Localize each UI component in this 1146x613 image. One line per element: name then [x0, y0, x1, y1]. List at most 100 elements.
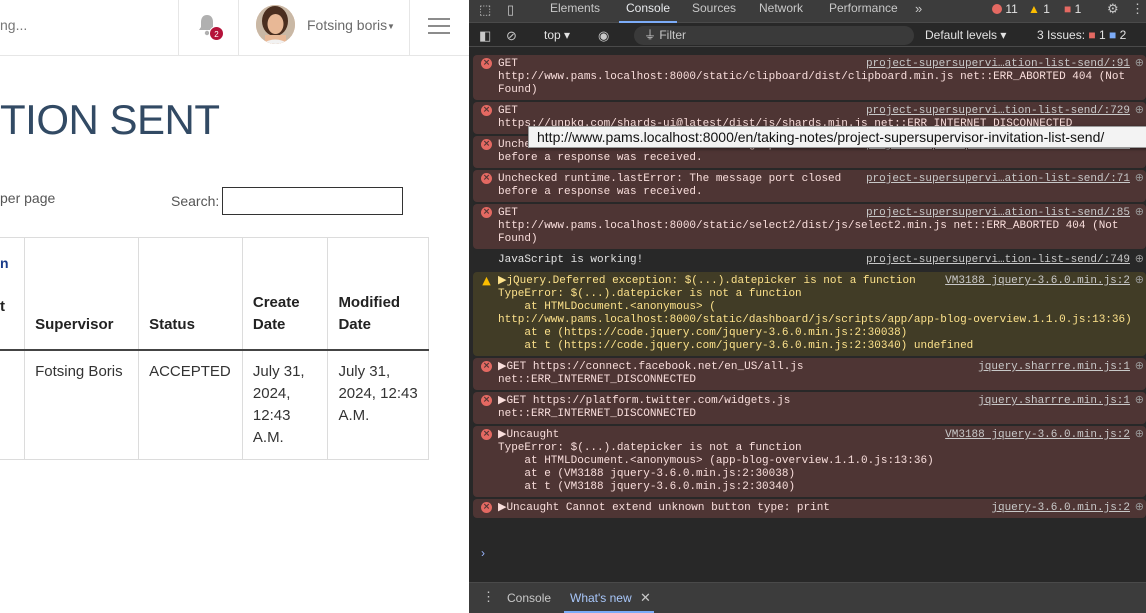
console-messages: × GET http://www.pams.localhost:8000/stati…: [473, 55, 1146, 520]
invitations-table: Supervisor Status Create Date Modified D…: [0, 237, 429, 460]
console-message-line: Found): [498, 84, 538, 96]
notifications-button[interactable]: 2: [178, 0, 238, 56]
console-message[interactable]: × ▶Uncaught Cannot extend unknown button …: [473, 499, 1146, 518]
message-source-link[interactable]: VM3188 jquery-3.6.0.min.js:2: [945, 429, 1130, 442]
console-message[interactable]: ×Unchecked runtime.lastError: The messag…: [473, 170, 1146, 202]
search-label: Search:: [171, 193, 220, 209]
error-icon: [992, 4, 1002, 14]
globe-icon: ⊕: [1134, 207, 1144, 219]
column-header-supervisor[interactable]: Supervisor: [24, 237, 140, 351]
message-source-link[interactable]: jquery-3.6.0.min.js:2: [991, 502, 1130, 515]
console-message-line: before a response was received.: [498, 186, 703, 198]
console-message-line: TypeError: $(...).datepicker is not a fu…: [498, 288, 802, 300]
tab-network[interactable]: Network: [759, 0, 803, 23]
error-icon: ×: [481, 502, 492, 513]
error-icon: ×: [481, 105, 492, 116]
navbar-search-placeholder[interactable]: ng...: [0, 17, 27, 33]
console-prompt-icon[interactable]: ›: [481, 546, 485, 560]
context-select[interactable]: top ▾: [544, 28, 570, 42]
sidebar-toggle-icon[interactable]: ◧: [479, 28, 491, 44]
log-levels-select[interactable]: Default levels ▾: [925, 28, 1006, 42]
console-message-line: net::ERR_INTERNET_DISCONNECTED: [498, 408, 697, 420]
more-options-icon[interactable]: ⋮: [1131, 1, 1144, 17]
error-icon: ×: [481, 173, 492, 184]
eye-icon[interactable]: ◉: [598, 28, 609, 44]
issues-button[interactable]: 3 Issues: ■ 1 ■ 2: [1037, 28, 1126, 42]
message-source-link[interactable]: VM3188 jquery-3.6.0.min.js:2: [945, 275, 1130, 288]
link-tooltip: http://www.pams.localhost:8000/en/taking…: [528, 126, 1146, 148]
message-source-link[interactable]: project-supersupervi…ation-list-send/:71: [866, 173, 1130, 186]
console-message[interactable]: × ▶Uncaught TypeError: $(...).datepicker i…: [473, 426, 1146, 497]
message-source-link[interactable]: project-supersupervi…ation-list-send/:91: [866, 58, 1130, 71]
header-fragment-link[interactable]: n: [0, 255, 9, 271]
error-icon: ×: [481, 429, 492, 440]
console-message-line: http://www.pams.localhost:8000/static/cl…: [498, 71, 1126, 83]
column-header-create-date[interactable]: Create Date: [241, 237, 329, 351]
cell-create-date: July 31, 2024, 12:43 A.M.: [241, 349, 329, 460]
console-message[interactable]: × GET http://www.pams.localhost:8000/stati…: [473, 204, 1146, 249]
table-search-input[interactable]: [222, 187, 403, 215]
message-source-link[interactable]: project-supersupervi…tion-list-send/:749: [866, 254, 1130, 267]
inspect-element-icon[interactable]: ⬚: [479, 2, 491, 18]
user-name: Fotsing boris: [307, 17, 388, 33]
drawer-tab-bar: ⋮ Console What's new ✕: [469, 582, 1146, 613]
console-message[interactable]: × ▶GET https://platform.twitter.com/widge…: [473, 392, 1146, 424]
message-count[interactable]: ■ 1: [1064, 0, 1081, 18]
console-message-line: before a response was received.: [498, 152, 703, 164]
error-icon: ×: [481, 58, 492, 69]
device-toolbar-icon[interactable]: ▯: [507, 2, 514, 18]
globe-icon: ⊕: [1134, 58, 1144, 70]
tab-console[interactable]: Console: [618, 0, 678, 23]
globe-icon: ⊕: [1134, 361, 1144, 373]
cell-status: ACCEPTED: [138, 349, 243, 460]
drawer-menu-icon[interactable]: ⋮: [482, 589, 495, 605]
globe-icon: ⊕: [1134, 275, 1144, 287]
console-message[interactable]: ▲ ▶jQuery.Deferred exception: $(...).date…: [473, 272, 1146, 356]
console-message-line: at e (VM3188 jquery-3.6.0.min.js:2:30038…: [498, 468, 796, 480]
error-count[interactable]: 11: [992, 0, 1018, 18]
close-icon[interactable]: ✕: [640, 590, 651, 606]
error-icon: ×: [481, 207, 492, 218]
tab-sources[interactable]: Sources: [692, 0, 736, 23]
column-header-status[interactable]: Status: [138, 237, 243, 351]
message-source-link[interactable]: jquery.sharrre.min.js:1: [978, 395, 1130, 408]
filter-icon: ⏚: [644, 28, 660, 42]
console-message[interactable]: × ▶GET https://connect.facebook.net/en_US…: [473, 358, 1146, 390]
gear-icon[interactable]: ⚙: [1107, 1, 1119, 17]
console-message-line: at e (https://code.jquery.com/jquery-3.6…: [498, 327, 908, 339]
warning-count[interactable]: ▲ 1: [1028, 0, 1050, 18]
globe-icon: ⊕: [1134, 254, 1144, 266]
clear-console-icon[interactable]: ⊘: [506, 28, 517, 44]
more-tabs-icon[interactable]: »: [915, 1, 922, 17]
console-message-line: net::ERR_INTERNET_DISCONNECTED: [498, 374, 697, 386]
hamburger-menu-icon[interactable]: [428, 17, 450, 35]
drawer-tab-console[interactable]: Console: [507, 588, 551, 608]
message-source-link[interactable]: project-supersupervi…tion-list-send/:729: [866, 105, 1130, 118]
message-source-link[interactable]: jquery.sharrre.min.js:1: [978, 361, 1130, 374]
header-fragment-text: t: [0, 298, 5, 315]
console-message-line: at HTMLDocument.<anonymous> (app-blog-ov…: [498, 455, 934, 467]
chevron-down-icon: ▼: [387, 22, 395, 31]
console-message[interactable]: JavaScript is working! project-supersuper…: [473, 251, 1146, 270]
console-toolbar: ◧ ⊘ top ▾ ◉ ⏚ Filter Default levels ▾ 3 …: [469, 24, 1146, 47]
tab-performance[interactable]: Performance: [829, 0, 898, 23]
console-message[interactable]: × GET http://www.pams.localhost:8000/stati…: [473, 55, 1146, 100]
per-page-label: per page: [0, 190, 56, 206]
avatar-image: [256, 5, 295, 44]
user-menu[interactable]: Fotsing boris ▼: [238, 0, 410, 56]
console-message-line: http://www.pams.localhost:8000/static/da…: [498, 314, 1132, 326]
error-icon: ×: [481, 139, 492, 150]
error-icon: ×: [481, 361, 492, 372]
console-message-line: TypeError: $(...).datepicker is not a fu…: [498, 442, 802, 454]
devtools-panel: ⬚ ▯ Elements Console Sources Network Per…: [469, 0, 1146, 613]
table-row: Fotsing Boris ACCEPTED July 31, 2024, 12…: [0, 349, 429, 460]
filter-input[interactable]: ⏚ Filter: [634, 26, 914, 45]
column-header-modified-date[interactable]: Modified Date: [327, 237, 429, 351]
message-source-link[interactable]: project-supersupervi…ation-list-send/:85: [866, 207, 1130, 220]
console-message-line: at t (https://code.jquery.com/jquery-3.6…: [498, 340, 974, 352]
error-icon: ×: [481, 395, 492, 406]
tab-elements[interactable]: Elements: [550, 0, 600, 23]
drawer-tab-whats-new[interactable]: What's new: [564, 588, 654, 613]
console-message-line: Found): [498, 233, 538, 245]
globe-icon: ⊕: [1134, 105, 1144, 117]
